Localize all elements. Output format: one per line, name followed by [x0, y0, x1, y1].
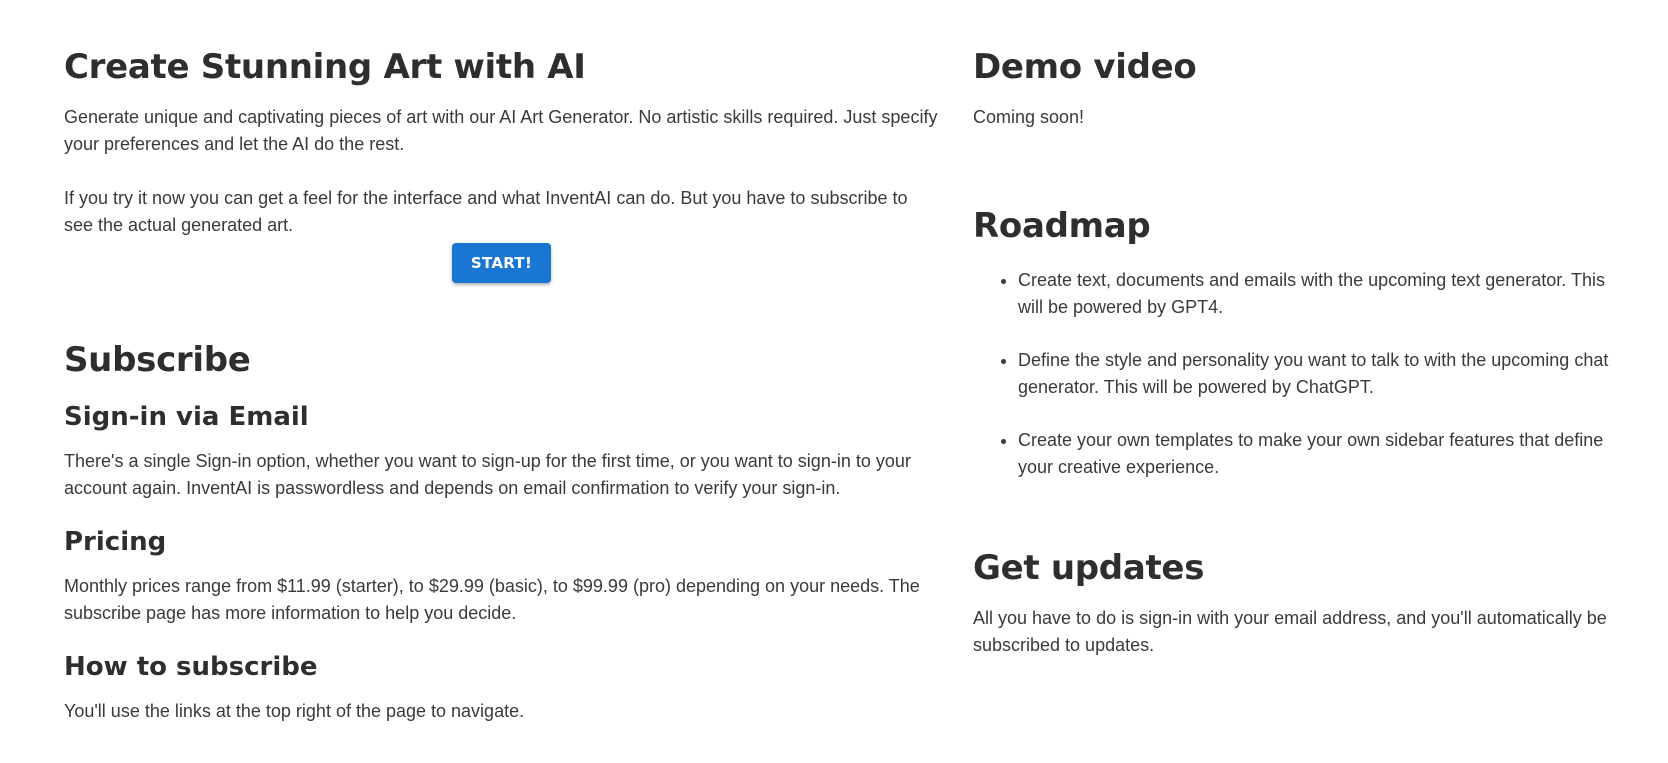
roadmap-item: Create your own templates to make your o… [1018, 427, 1613, 481]
get-updates-title: Get updates [973, 548, 1205, 588]
start-button[interactable]: START! [451, 243, 552, 283]
hero-title: Create Stunning Art with AI [64, 47, 586, 87]
how-to-subscribe-title: How to subscribe [64, 652, 318, 682]
hero-subscribe-note: If you try it now you can get a feel for… [64, 188, 908, 235]
get-updates-text: All you have to do is sign-in with your … [973, 608, 1607, 655]
demo-video-text: Coming soon! [973, 107, 1085, 127]
roadmap-item: Create text, documents and emails with t… [1018, 267, 1613, 321]
subscribe-title: Subscribe [64, 340, 251, 380]
right-column: Demo video Coming soon! Roadmap Create t… [973, 40, 1613, 659]
pricing-title: Pricing [64, 527, 167, 557]
roadmap-list: Create text, documents and emails with t… [973, 267, 1613, 481]
start-button-wrapper: START! [64, 243, 939, 283]
signin-title: Sign-in via Email [64, 402, 309, 432]
how-to-subscribe-text: You'll use the links at the top right of… [64, 701, 525, 721]
demo-video-title: Demo video [973, 47, 1197, 87]
left-column: Create Stunning Art with AI Generate uni… [64, 40, 939, 747]
roadmap-item: Define the style and personality you wan… [1018, 347, 1613, 401]
page: Create Stunning Art with AI Generate uni… [0, 0, 1668, 763]
hero-description: Generate unique and captivating pieces o… [64, 107, 938, 154]
pricing-text: Monthly prices range from $11.99 (starte… [64, 576, 920, 623]
signin-text: There's a single Sign-in option, whether… [64, 451, 911, 498]
roadmap-title: Roadmap [973, 206, 1151, 246]
